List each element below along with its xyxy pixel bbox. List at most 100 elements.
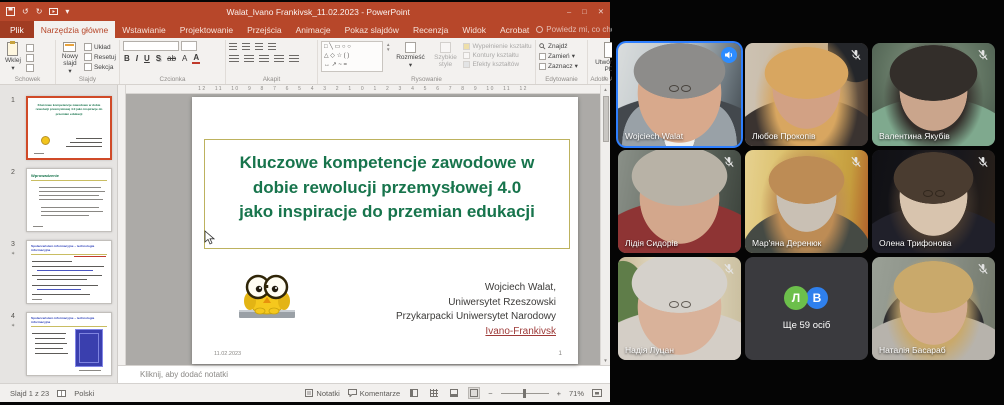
layout-button[interactable]: Układ xyxy=(84,43,116,51)
format-painter-icon[interactable] xyxy=(26,64,34,72)
zoom-level[interactable]: 71% xyxy=(569,389,584,398)
zoom-slider[interactable] xyxy=(501,393,549,394)
scroll-up-icon[interactable]: ▲ xyxy=(603,87,607,92)
columns-icon[interactable] xyxy=(289,55,299,63)
section-button[interactable]: Sekcja xyxy=(84,63,116,71)
tab-wstawianie[interactable]: Wstawianie xyxy=(115,21,172,38)
video-tile-lidiia-sydoriv[interactable]: Лідія Сидорів xyxy=(618,150,741,253)
find-button[interactable]: Znajdź xyxy=(539,43,578,50)
qat-dropdown-icon[interactable]: ▾ xyxy=(65,7,69,16)
window-controls: – □ ✕ xyxy=(567,7,604,16)
thumbnail-slide-4[interactable]: Społeczeństwo informacyjne – technologia… xyxy=(26,312,112,376)
video-tile-valentyna-yakubiv[interactable]: Валентина Якубів xyxy=(872,43,995,146)
tab-widok[interactable]: Widok xyxy=(455,21,493,38)
thumbnail-slide-1[interactable]: Kluczowe kompetencje zawodowe w dobie re… xyxy=(26,96,112,160)
zoom-out-button[interactable]: − xyxy=(488,389,492,398)
shapes-scroll-down-icon: ▼ xyxy=(386,47,390,52)
section-label: Sekcja xyxy=(94,64,114,71)
language-button[interactable]: Polski xyxy=(74,389,94,398)
cut-icon[interactable] xyxy=(26,44,34,52)
video-tile-olena-tryfonova[interactable]: Олена Трифонова xyxy=(872,150,995,253)
quick-styles-icon xyxy=(440,42,451,53)
fit-to-window-icon[interactable] xyxy=(592,388,602,398)
redo-icon[interactable]: ↻ xyxy=(36,7,43,16)
font-color-button[interactable]: A xyxy=(192,53,200,64)
replace-button[interactable]: Zamień▾ xyxy=(539,52,578,60)
video-tile-wojciech-walat[interactable]: Wojciech Walat xyxy=(618,43,741,146)
shape-effects-button[interactable]: Efekty kształtów xyxy=(463,61,531,68)
quick-styles-button[interactable]: Szybkie style xyxy=(430,41,460,69)
comments-toggle[interactable]: Komentarze xyxy=(348,389,400,398)
align-right-icon[interactable] xyxy=(259,55,269,63)
video-tile-nataliia-basarab[interactable]: Наталія Басараб xyxy=(872,257,995,360)
tab-recenzja[interactable]: Recenzja xyxy=(406,21,455,38)
scroll-down-icon[interactable]: ▼ xyxy=(603,358,607,363)
tab-pokaz-slajdow[interactable]: Pokaz slajdów xyxy=(338,21,406,38)
slide-title-box[interactable]: Kluczowe kompetencje zawodowe w dobie re… xyxy=(204,139,570,249)
screen: ↺ ↻ ▾ Walat_Ivano Frankivsk_11.02.2023 -… xyxy=(0,0,1004,405)
more-participants-tile[interactable]: Л В Ще 59 осіб xyxy=(745,257,868,360)
slideshow-view-button[interactable] xyxy=(468,387,480,399)
thumbnail-slide-2[interactable]: Wprowadzenie xyxy=(26,168,112,232)
thumb-number: 4 xyxy=(11,313,15,320)
tab-animacje[interactable]: Animacje xyxy=(289,21,338,38)
copy-icon[interactable] xyxy=(26,54,34,62)
slide-title-line: jako inspiracje do przemian edukacji xyxy=(205,200,569,225)
font-size-input[interactable] xyxy=(181,41,197,51)
slideshow-icon[interactable] xyxy=(49,7,58,16)
notes-toggle[interactable]: Notatki xyxy=(305,389,339,398)
collapse-ribbon-icon[interactable]: ∧ xyxy=(603,75,607,82)
vertical-scrollbar[interactable]: ▲ ▼ xyxy=(600,85,610,365)
minimize-button[interactable]: – xyxy=(567,7,571,16)
slide-author-box[interactable]: Wojciech Walat, Uniwersytet Rzeszowski P… xyxy=(396,281,556,339)
shape-fill-button[interactable]: Wypełnienie kształtu xyxy=(463,43,531,50)
reset-button[interactable]: Resetuj xyxy=(84,53,116,61)
strikethrough-button[interactable]: ab xyxy=(166,54,177,63)
tab-acrobat[interactable]: Acrobat xyxy=(493,21,536,38)
zoom-slider-thumb[interactable] xyxy=(523,389,526,398)
video-tile-lubov-prokopiv[interactable]: Любов Прокопів xyxy=(745,43,868,146)
close-button[interactable]: ✕ xyxy=(598,7,604,16)
scrollbar-thumb[interactable] xyxy=(603,96,609,142)
new-slide-button[interactable]: Nowy slajd ▾ xyxy=(59,41,81,76)
tab-plik[interactable]: Plik xyxy=(0,21,34,38)
tab-narzedzia-glowne[interactable]: Narzędzia główne xyxy=(34,21,116,38)
shapes-gallery[interactable]: □ ╲ ▭ ○ ○ △ ◇ ☆ ( ) ↔ ↗ ~ = xyxy=(321,41,383,72)
italic-button[interactable]: I xyxy=(135,54,139,63)
maximize-button[interactable]: □ xyxy=(582,7,587,16)
bold-button[interactable]: B xyxy=(123,54,131,63)
tab-projektowanie[interactable]: Projektowanie xyxy=(173,21,240,38)
bullets-icon[interactable] xyxy=(229,43,237,51)
video-tile-mariana-dereniuk[interactable]: Мар'яна Деренюк xyxy=(745,150,868,253)
justify-icon[interactable] xyxy=(274,55,284,63)
indent-increase-icon[interactable] xyxy=(268,43,276,51)
shape-outline-button[interactable]: Kontury kształtu xyxy=(463,52,531,59)
underline-button[interactable]: U xyxy=(143,54,151,63)
reading-view-button[interactable] xyxy=(448,387,460,399)
spellcheck-icon[interactable] xyxy=(57,389,66,398)
notes-pane[interactable]: Kliknij, aby dodać notatki xyxy=(118,365,610,383)
shapes-scroll[interactable]: ▲ ▼ xyxy=(386,41,390,53)
align-center-icon[interactable] xyxy=(244,55,254,63)
slide-sorter-view-button[interactable] xyxy=(428,387,440,399)
more-participants-label: Ще 59 осіб xyxy=(783,320,831,331)
save-icon[interactable] xyxy=(6,7,15,16)
align-left-icon[interactable] xyxy=(229,55,239,63)
slide-canvas[interactable]: Kluczowe kompetencje zawodowe w dobie re… xyxy=(192,97,578,364)
normal-view-button[interactable] xyxy=(408,387,420,399)
arrange-button[interactable]: Rozmieść ▾ xyxy=(393,41,427,70)
tab-przejscia[interactable]: Przejścia xyxy=(240,21,288,38)
zoom-in-button[interactable]: + xyxy=(557,389,561,398)
video-tile-nadiia-lutsan[interactable]: Надія Луцан xyxy=(618,257,741,360)
indent-decrease-icon[interactable] xyxy=(255,43,263,51)
character-spacing-button[interactable]: A xyxy=(181,54,188,63)
thumbnail-slide-3[interactable]: Społeczeństwo informacyjne – technologia… xyxy=(26,240,112,304)
undo-icon[interactable]: ↺ xyxy=(22,7,29,16)
numbering-icon[interactable] xyxy=(242,43,250,51)
font-name-input[interactable] xyxy=(123,41,179,51)
group-label-drawing: Rysowanie xyxy=(318,76,535,83)
select-button[interactable]: Zaznacz▾ xyxy=(539,62,578,70)
text-line xyxy=(79,370,101,371)
paste-button[interactable]: Wklej ▾ xyxy=(3,41,23,73)
text-shadow-button[interactable]: S xyxy=(155,54,162,63)
